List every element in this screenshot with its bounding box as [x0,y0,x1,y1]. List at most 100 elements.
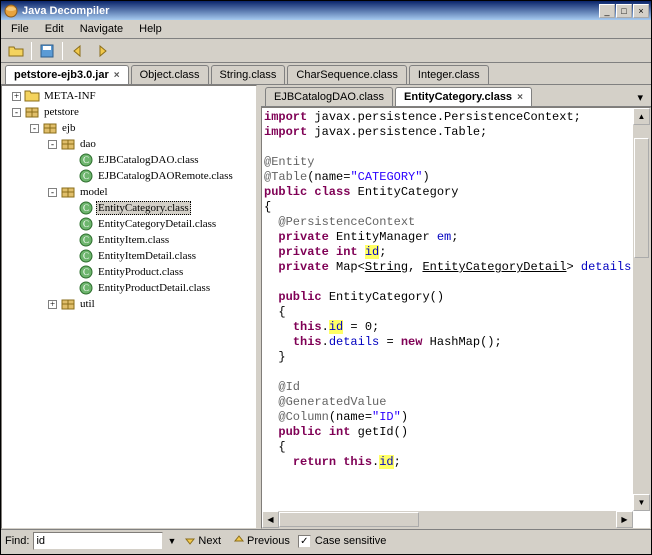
tree-row[interactable]: C EJBCatalogDAORemote.class [4,168,254,184]
class-icon: C [78,232,94,248]
tree-expander[interactable]: - [48,188,57,197]
file-tab-bar: petstore-ejb3.0.jar× Object.class String.c… [1,63,651,85]
tab-close-icon[interactable]: × [517,92,523,103]
scroll-up-arrow[interactable]: ▲ [633,108,650,125]
scroll-down-arrow[interactable]: ▼ [633,494,650,511]
class-icon: C [78,168,94,184]
tab-label: Integer.class [418,69,480,81]
svg-text:C: C [83,251,89,261]
svg-text:C: C [83,171,89,181]
scroll-left-arrow[interactable]: ◀ [262,511,279,528]
find-label: Find: [5,535,29,547]
tree-label[interactable]: EntityItemDetail.class [96,249,198,263]
tree-expander[interactable]: - [48,140,57,149]
vertical-scrollbar[interactable]: ▲ ▼ [633,108,650,511]
tree-label[interactable]: EntityCategory.class [96,201,191,215]
maximize-button[interactable]: □ [616,4,632,18]
tree-label[interactable]: petstore [42,105,81,119]
save-button[interactable] [36,40,58,62]
tree-label[interactable]: EntityProduct.class [96,265,185,279]
menu-file[interactable]: File [3,21,37,37]
file-tab[interactable]: Integer.class [409,65,489,84]
tree-row[interactable]: C EJBCatalogDAO.class [4,152,254,168]
tab-label: Object.class [140,69,200,81]
back-button[interactable] [67,40,89,62]
tab-close-icon[interactable]: × [114,70,120,81]
tree-label[interactable]: ejb [60,121,77,135]
svg-text:C: C [83,235,89,245]
tree-row[interactable]: C EntityCategory.class [4,200,254,216]
file-tab[interactable]: CharSequence.class [287,65,407,84]
class-icon: C [78,264,94,280]
tab-label: CharSequence.class [296,69,398,81]
svg-text:C: C [83,219,89,229]
tree-label[interactable]: EJBCatalogDAORemote.class [96,169,235,183]
tree-row[interactable]: CEntityProductDetail.class [4,280,254,296]
tree-label[interactable]: dao [78,137,98,151]
editor-tab[interactable]: EJBCatalogDAO.class [265,87,393,106]
toolbar-separator [31,42,32,60]
file-tab[interactable]: Object.class [131,65,209,84]
tree-row[interactable]: C EntityItemDetail.class [4,248,254,264]
class-icon: C [78,248,94,264]
app-icon [3,3,19,19]
tab-label: String.class [220,69,277,81]
tree-label[interactable]: META-INF [42,89,98,103]
horizontal-scrollbar[interactable]: ◀ ▶ [262,511,633,528]
editor-tab[interactable]: EntityCategory.class × [395,87,532,106]
find-input[interactable] [33,532,163,550]
tab-label: EJBCatalogDAO.class [274,91,384,103]
menu-edit[interactable]: Edit [37,21,72,37]
minimize-button[interactable]: _ [599,4,615,18]
menu-bar: FileEditNavigateHelp [1,20,651,39]
tree-expander[interactable]: + [48,300,57,309]
tree-row[interactable]: + util [4,296,254,312]
menu-help[interactable]: Help [131,21,170,37]
tree-label[interactable]: EJBCatalogDAO.class [96,153,201,167]
toolbar-separator [62,42,63,60]
find-dropdown-icon[interactable]: ▼ [167,536,176,546]
scroll-thumb[interactable] [279,512,419,527]
tree-expander[interactable]: - [30,124,39,133]
tab-list-button[interactable]: ▾ [633,89,647,106]
find-prev-button[interactable]: Previous [229,532,294,551]
tree-label[interactable]: model [78,185,110,199]
close-button[interactable]: × [633,4,649,18]
tree-label[interactable]: EntityProductDetail.class [96,281,212,295]
package-icon [60,136,76,152]
svg-text:C: C [83,203,89,213]
code-editor[interactable]: import javax.persistence.PersistenceCont… [261,107,651,529]
tree-expander[interactable]: + [12,92,21,101]
tree-label[interactable]: EntityCategoryDetail.class [96,217,218,231]
package-explorer[interactable]: +META-INF-petstore-ejb-daoCEJBCatalogDAO… [1,85,257,529]
menu-navigate[interactable]: Navigate [72,21,131,37]
tree-row[interactable]: - ejb [4,120,254,136]
tree-row[interactable]: - model [4,184,254,200]
package-icon [24,104,40,120]
folder-icon [24,88,40,104]
tree-label[interactable]: util [78,297,97,311]
find-next-button[interactable]: Next [180,532,225,551]
forward-button[interactable] [91,40,113,62]
tree-row[interactable]: C EntityItem.class [4,232,254,248]
tree-label[interactable]: EntityItem.class [96,233,171,247]
svg-text:C: C [83,155,89,165]
find-bar: Find: ▼ Next Previous ✓ Case sensitive [1,529,651,552]
case-sensitive-checkbox[interactable]: ✓ [298,535,311,548]
arrow-down-icon [184,534,196,549]
file-tab[interactable]: petstore-ejb3.0.jar× [5,65,129,84]
tree-row[interactable]: + META-INF [4,88,254,104]
class-icon: C [78,200,94,216]
scroll-thumb[interactable] [634,138,649,258]
tab-label: EntityCategory.class [404,91,512,103]
tree-row[interactable]: - dao [4,136,254,152]
package-icon [42,120,58,136]
open-button[interactable] [5,40,27,62]
scroll-right-arrow[interactable]: ▶ [616,511,633,528]
file-tab[interactable]: String.class [211,65,286,84]
tree-row[interactable]: C EntityCategoryDetail.class [4,216,254,232]
tree-expander[interactable]: - [12,108,21,117]
class-icon: C [78,280,94,296]
tree-row[interactable]: CEntityProduct.class [4,264,254,280]
tree-row[interactable]: - petstore [4,104,254,120]
